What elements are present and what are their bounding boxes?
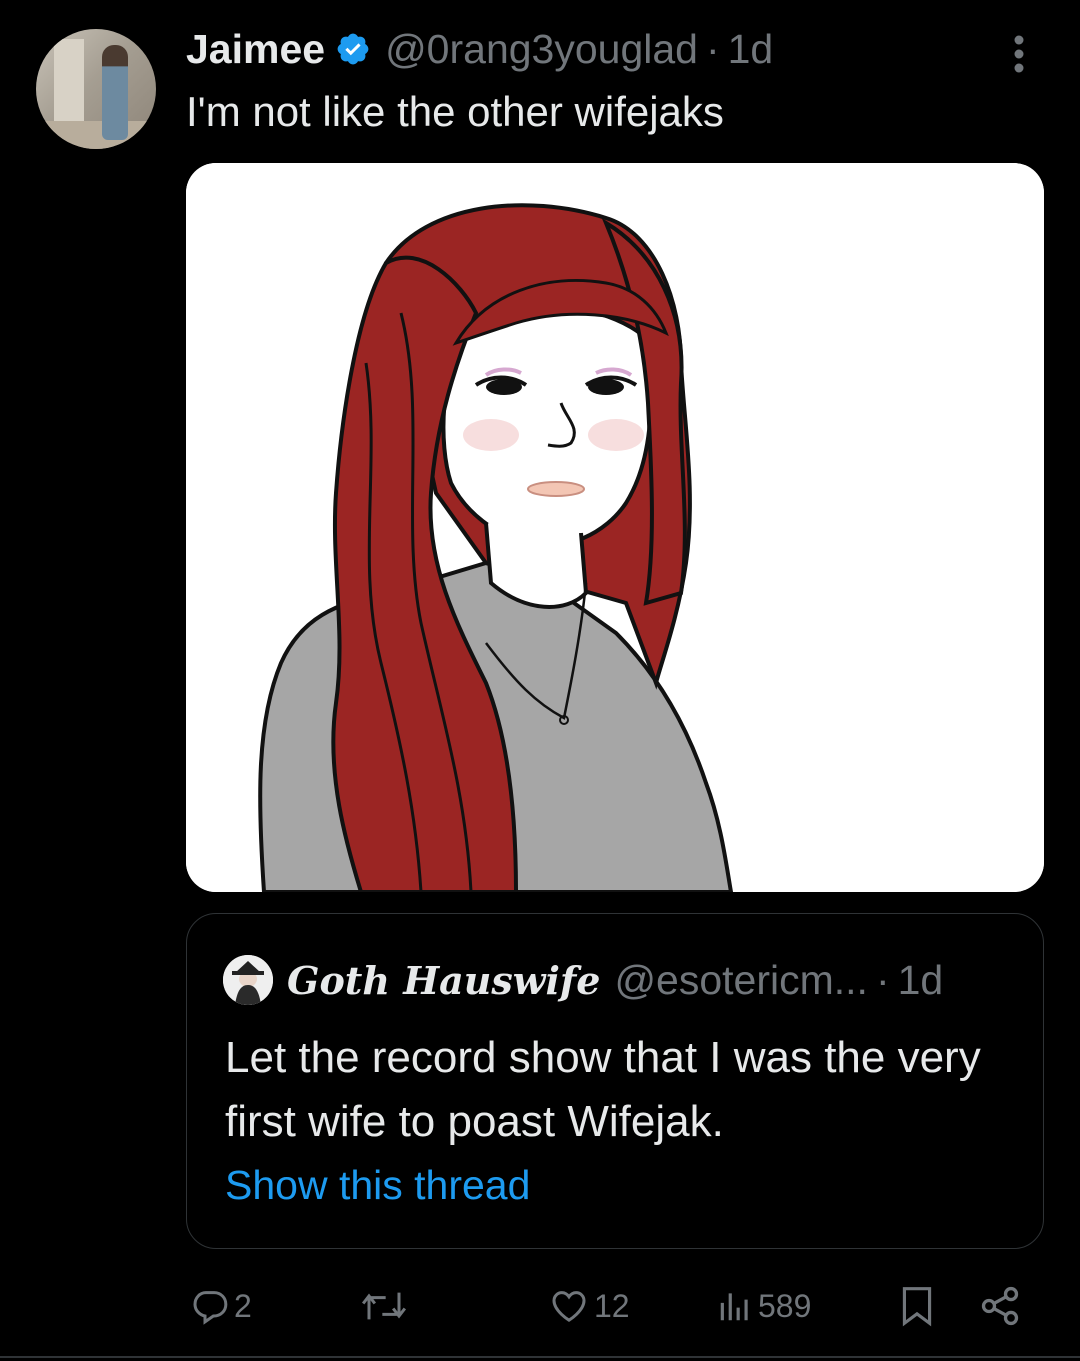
post-image[interactable] bbox=[186, 163, 1044, 892]
like-count: 12 bbox=[594, 1287, 630, 1324]
author-name[interactable]: Jaimee bbox=[186, 26, 325, 73]
share-button[interactable] bbox=[978, 1280, 1022, 1332]
avatar-floor bbox=[36, 121, 156, 149]
view-count: 589 bbox=[758, 1287, 812, 1324]
avatar-background bbox=[54, 39, 84, 124]
quoted-header-separator: · bbox=[875, 956, 890, 1003]
more-options-icon[interactable] bbox=[1004, 32, 1034, 76]
like-button[interactable]: 12 bbox=[548, 1280, 630, 1332]
reply-count: 2 bbox=[234, 1287, 252, 1324]
bookmark-icon bbox=[898, 1284, 936, 1328]
quoted-post-header: Goth Hauswife @esotericm... · 1d bbox=[223, 955, 944, 1005]
bottom-divider bbox=[0, 1356, 1080, 1358]
quoted-post[interactable]: Goth Hauswife @esotericm... · 1d Let the… bbox=[186, 913, 1044, 1249]
verified-badge-icon[interactable] bbox=[335, 31, 371, 67]
show-thread-link[interactable]: Show this thread bbox=[225, 1162, 530, 1209]
action-bar: 2 12 589 bbox=[0, 1280, 1080, 1332]
views-chart-icon bbox=[716, 1286, 754, 1326]
repost-icon bbox=[358, 1286, 410, 1326]
repost-button[interactable] bbox=[358, 1280, 410, 1332]
quoted-author-avatar[interactable] bbox=[223, 955, 273, 1005]
post-header: Jaimee @0rang3youglad · 1d bbox=[186, 24, 773, 74]
quoted-post-text: Let the record show that I was the very … bbox=[225, 1033, 981, 1146]
quoted-author-handle[interactable]: @esotericm... bbox=[614, 957, 868, 1004]
reply-icon bbox=[190, 1286, 230, 1326]
heart-icon bbox=[548, 1286, 590, 1326]
quoted-post-timestamp[interactable]: 1d bbox=[898, 957, 944, 1004]
share-icon bbox=[978, 1284, 1022, 1328]
post-text: I'm not like the other wifejaks bbox=[186, 88, 724, 135]
reply-button[interactable]: 2 bbox=[190, 1280, 252, 1332]
quoted-author-name[interactable]: Goth Hauswife bbox=[287, 958, 600, 1003]
author-handle[interactable]: @0rang3youglad bbox=[385, 26, 698, 73]
avatar-figure bbox=[102, 45, 128, 140]
header-separator: · bbox=[705, 25, 720, 72]
bookmark-button[interactable] bbox=[898, 1280, 936, 1332]
views-button[interactable]: 589 bbox=[716, 1280, 811, 1332]
post-timestamp[interactable]: 1d bbox=[728, 26, 774, 73]
author-avatar[interactable] bbox=[36, 29, 156, 149]
